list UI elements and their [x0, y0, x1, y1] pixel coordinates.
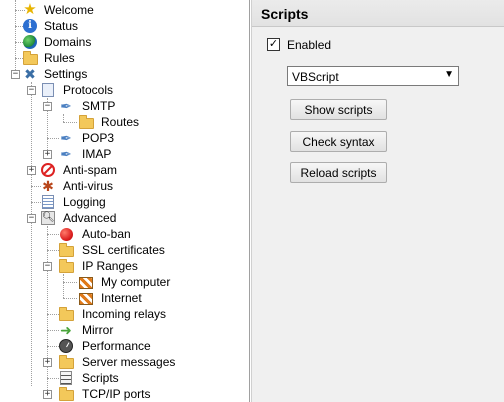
gauge-icon [58, 338, 74, 354]
tree-item-smtp[interactable]: − ✒ SMTP [0, 98, 249, 114]
folder-icon [58, 258, 74, 274]
folder-icon [58, 242, 74, 258]
collapse-toggle[interactable]: − [27, 214, 36, 223]
expand-toggle[interactable]: + [43, 390, 52, 399]
quill-icon: ✒ [60, 146, 72, 162]
tree-item-my-computer[interactable]: My computer [0, 274, 249, 290]
tree-item-scripts[interactable]: Scripts [0, 370, 249, 386]
reload-scripts-button[interactable]: Reload scripts [290, 162, 387, 183]
settings-tree[interactable]: ★ Welcome i Status Domains Rules − ✖ Set… [0, 0, 250, 402]
tree-item-label: Welcome [44, 3, 94, 17]
tree-item-label: Scripts [82, 371, 119, 385]
script-language-value: VBScript [292, 70, 339, 84]
script-icon [58, 370, 74, 386]
tree-item-auto-ban[interactable]: Auto-ban [0, 226, 249, 242]
bug-icon: ✱ [42, 178, 54, 194]
tree-item-label: Routes [101, 115, 140, 129]
tree-item-imap[interactable]: + ✒ IMAP [0, 146, 249, 162]
panel-title: Scripts [261, 6, 309, 22]
tree-item-rules[interactable]: Rules [0, 50, 249, 66]
tree-item-label: Mirror [82, 323, 114, 337]
tree-item-label: Protocols [63, 83, 114, 97]
quill-icon: ✒ [60, 130, 72, 146]
no-entry-icon [40, 162, 56, 178]
folder-icon [58, 354, 74, 370]
tree-item-incoming-relays[interactable]: Incoming relays [0, 306, 249, 322]
globe-icon [22, 34, 38, 50]
tree-item-internet[interactable]: Internet [0, 290, 249, 306]
tree-item-welcome[interactable]: ★ Welcome [0, 2, 249, 18]
magnifier-icon: 🔍︎ [41, 211, 55, 225]
tree-item-performance[interactable]: Performance [0, 338, 249, 354]
tree-item-label: Logging [63, 195, 106, 209]
collapse-toggle[interactable]: − [11, 70, 20, 79]
collapse-toggle[interactable]: − [43, 262, 52, 271]
tree-item-server-messages[interactable]: + Server messages [0, 354, 249, 370]
document-icon [40, 82, 56, 98]
tree-item-status[interactable]: i Status [0, 18, 249, 34]
tree-item-ssl-certificates[interactable]: SSL certificates [0, 242, 249, 258]
tree-item-advanced[interactable]: − 🔍︎ Advanced [0, 210, 249, 226]
tree-item-label: POP3 [82, 131, 115, 145]
chevron-down-icon[interactable]: ▼ [444, 69, 454, 80]
log-icon [40, 194, 56, 210]
tree-item-label: Advanced [63, 211, 117, 225]
tree-item-label: Anti-virus [63, 179, 114, 193]
collapse-toggle[interactable]: − [27, 86, 36, 95]
tree-item-label: Internet [101, 291, 142, 305]
tree-item-label: IMAP [82, 147, 112, 161]
script-language-select[interactable]: VBScript ▼ [287, 66, 459, 86]
tree-item-mirror[interactable]: ➜ Mirror [0, 322, 249, 338]
expand-toggle[interactable]: + [43, 150, 52, 159]
check-syntax-button[interactable]: Check syntax [290, 131, 387, 152]
red-circle-icon [58, 226, 74, 242]
tree-item-anti-virus[interactable]: ✱ Anti-virus [0, 178, 249, 194]
tree-item-protocols[interactable]: − Protocols [0, 82, 249, 98]
tree-item-logging[interactable]: Logging [0, 194, 249, 210]
tree-item-domains[interactable]: Domains [0, 34, 249, 50]
tree-item-label: My computer [101, 275, 171, 289]
tree-item-label: Performance [82, 339, 151, 353]
folder-icon [58, 306, 74, 322]
tree-item-label: IP Ranges [82, 259, 138, 273]
tools-icon: ✖ [24, 66, 36, 82]
expand-toggle[interactable]: + [27, 166, 36, 175]
collapse-toggle[interactable]: − [43, 102, 52, 111]
tree-item-pop3[interactable]: ✒ POP3 [0, 130, 249, 146]
scripts-panel: Scripts ✓ Enabled VBScript ▼ Show script… [251, 0, 504, 402]
star-icon: ★ [23, 1, 37, 18]
expand-toggle[interactable]: + [43, 358, 52, 367]
tree-item-label: Settings [44, 67, 88, 81]
tree-item-label: Rules [44, 51, 75, 65]
quill-icon: ✒ [60, 98, 72, 114]
tree-item-label: Status [44, 19, 79, 33]
folder-icon [22, 50, 38, 66]
tree-item-label: Server messages [82, 355, 176, 369]
tree-item-label: TCP/IP ports [82, 387, 151, 401]
folder-icon [58, 386, 74, 402]
tree-item-settings[interactable]: − ✖ Settings [0, 66, 249, 82]
tree-item-routes[interactable]: Routes [0, 114, 249, 130]
show-scripts-button[interactable]: Show scripts [290, 99, 387, 120]
tree-item-label: Incoming relays [82, 307, 167, 321]
panel-header: Scripts [252, 0, 504, 27]
tree-item-label: SMTP [82, 99, 116, 113]
tree-item-label: Domains [44, 35, 92, 49]
tree-item-label: SSL certificates [82, 243, 165, 257]
info-icon: i [22, 18, 38, 34]
enabled-checkbox[interactable]: ✓ [267, 38, 280, 51]
arrow-icon: ➜ [60, 322, 72, 338]
tree-item-label: Anti-spam [63, 163, 118, 177]
tree-item-anti-spam[interactable]: + Anti-spam [0, 162, 249, 178]
barrier-icon [78, 274, 94, 290]
tree-item-ip-ranges[interactable]: − IP Ranges [0, 258, 249, 274]
barrier-icon [78, 290, 94, 306]
tree-item-label: Auto-ban [82, 227, 131, 241]
folder-icon [78, 114, 94, 130]
enabled-label[interactable]: Enabled [287, 38, 331, 52]
tree-item-tcp-ip-ports[interactable]: + TCP/IP ports [0, 386, 249, 402]
